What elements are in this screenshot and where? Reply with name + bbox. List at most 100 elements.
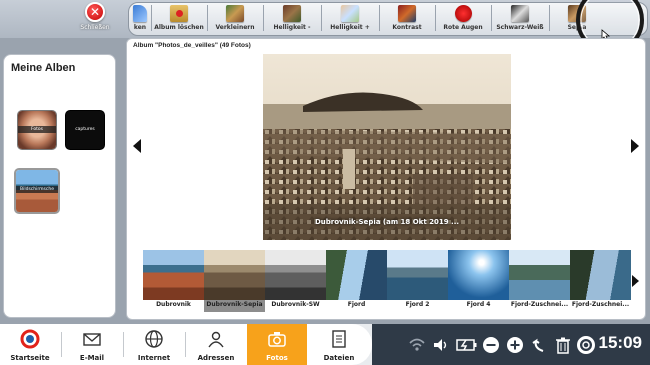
film-label: Fjord-Zuschnei... — [510, 301, 569, 308]
tool-label: Verkleinern — [215, 24, 255, 31]
tool-label: Album löschen — [154, 24, 204, 31]
taskbar-label: Internet — [137, 354, 171, 362]
tool-label: ken — [133, 24, 147, 31]
thumbnail-image — [509, 250, 570, 300]
thumbnail-image — [570, 250, 631, 300]
tool-label: Schwarz-Weiß — [496, 24, 544, 31]
close-icon: ✕ — [85, 2, 105, 22]
sepia-icon — [568, 5, 586, 22]
app-launcher: Startseite E-Mail Internet Adressen Foto… — [0, 324, 372, 365]
trash-icon[interactable] — [554, 336, 572, 354]
previous-photo-arrow[interactable] — [133, 139, 141, 153]
taskbar-email[interactable]: E-Mail — [62, 324, 122, 365]
tool-label: Rote Augen — [443, 24, 483, 31]
thumbnail-image — [448, 250, 509, 300]
taskbar-label: Adressen — [197, 354, 235, 362]
album-label: Fotos — [18, 126, 56, 133]
photo-viewer: Album "Photos_de_veilles" (49 Fotos) Dub… — [126, 38, 646, 320]
divider — [435, 5, 436, 31]
film-label: Fjord-Zuschnei... — [571, 301, 630, 308]
tool-contrast[interactable]: Kontrast — [379, 3, 435, 35]
wifi-icon[interactable] — [408, 336, 426, 354]
album-label: captures — [75, 127, 95, 132]
photo-tools: ken Album löschen Verkleinern Helligkeit… — [128, 2, 648, 36]
filmstrip: Dubrovnik Dubrovnik-Sepia Dubrovnik-SW F… — [143, 250, 631, 312]
album-screenshots[interactable]: Bildschirmsche — [14, 168, 60, 214]
taskbar-contacts[interactable]: Adressen — [186, 324, 246, 365]
tool-delete-album[interactable]: Album löschen — [151, 3, 207, 35]
contrast-icon — [398, 5, 416, 22]
main-photo[interactable]: Dubrovnik-Sepia (am 18 Okt 2019 ... — [263, 54, 511, 240]
divider — [321, 5, 322, 31]
tool-label: Kontrast — [392, 24, 422, 31]
taskbar-label: Startseite — [10, 354, 50, 362]
brightness-up-icon — [341, 5, 359, 22]
tool-brightness-down[interactable]: Helligkeit - — [263, 3, 321, 35]
film-item-fjord-2[interactable]: Fjord 2 — [387, 250, 448, 312]
mail-icon — [83, 333, 101, 346]
tool-brightness-up[interactable]: Helligkeit + — [321, 3, 379, 35]
clock: 15:09 — [598, 333, 642, 352]
tool-label: Helligkeit + — [330, 24, 370, 31]
taskbar-files[interactable]: Dateien — [309, 324, 369, 365]
close-label: Schließen — [80, 24, 110, 31]
help-lifebuoy-icon[interactable] — [577, 336, 595, 354]
tool-label: Sepia — [567, 24, 587, 31]
files-icon — [332, 330, 346, 348]
volume-icon[interactable] — [432, 336, 450, 354]
film-item-fjord[interactable]: Fjord — [326, 250, 387, 312]
thumbnail-image — [204, 250, 265, 300]
brightness-down-icon — [283, 5, 301, 22]
taskbar-home[interactable]: Startseite — [0, 324, 60, 365]
tool-shrink[interactable]: Verkleinern — [207, 3, 263, 35]
tool-undo[interactable]: ken — [129, 3, 151, 35]
close-button[interactable]: ✕ Schließen — [74, 2, 116, 36]
top-toolbar: ✕ Schließen ken Album löschen Verkleiner… — [0, 0, 650, 38]
taskbar-label: Fotos — [266, 354, 288, 362]
film-label: Dubrovnik-Sepia — [206, 301, 263, 308]
divider — [549, 5, 550, 31]
thumbnail-image — [265, 250, 326, 300]
tool-black-white[interactable]: Schwarz-Weiß — [491, 3, 549, 35]
film-item-fjord-crop-1[interactable]: Fjord-Zuschnei... — [509, 250, 570, 312]
film-label: Fjord 4 — [466, 301, 491, 308]
taskbar-internet[interactable]: Internet — [124, 324, 184, 365]
thumbnail-image — [326, 250, 387, 300]
divider — [379, 5, 380, 31]
taskbar-label: E-Mail — [79, 354, 105, 362]
next-photo-arrow[interactable] — [631, 139, 639, 153]
globe-icon — [145, 330, 163, 348]
divider — [263, 5, 264, 31]
taskbar-label: Dateien — [323, 354, 355, 362]
film-item-dubrovnik-sw[interactable]: Dubrovnik-SW — [265, 250, 326, 312]
film-item-fjord-crop-2[interactable]: Fjord-Zuschnei... — [570, 250, 631, 312]
albums-title: Meine Alben — [11, 62, 76, 74]
album-fotos[interactable]: Fotos — [17, 110, 57, 150]
tool-red-eye[interactable]: Rote Augen — [435, 3, 491, 35]
contacts-icon — [208, 331, 224, 348]
film-item-dubrovnik[interactable]: Dubrovnik — [143, 250, 204, 312]
undo-icon — [133, 5, 147, 22]
film-item-fjord-4[interactable]: Fjord 4 — [448, 250, 509, 312]
battery-icon[interactable] — [456, 336, 478, 354]
film-item-dubrovnik-sepia[interactable]: Dubrovnik-Sepia — [204, 250, 265, 312]
taskbar: Startseite E-Mail Internet Adressen Foto… — [0, 324, 650, 365]
taskbar-photos[interactable]: Fotos — [247, 324, 307, 365]
sepia-photo-image — [263, 54, 511, 240]
tool-label: Helligkeit - — [273, 24, 311, 31]
thumbnail-image — [143, 250, 204, 300]
back-arrow-icon[interactable] — [530, 336, 548, 354]
tool-sepia[interactable]: Sepia — [549, 3, 605, 35]
zoom-out-icon[interactable] — [482, 336, 500, 354]
filmstrip-next-arrow[interactable] — [632, 275, 639, 287]
album-title: Album "Photos_de_veilles" (49 Fotos) — [133, 42, 251, 49]
red-eye-icon — [454, 5, 472, 22]
divider — [207, 5, 208, 31]
album-captures[interactable]: captures — [65, 110, 105, 150]
film-label: Dubrovnik — [156, 301, 191, 308]
zoom-in-icon[interactable] — [506, 336, 524, 354]
film-label: Fjord 2 — [405, 301, 430, 308]
thumbnail-image — [387, 250, 448, 300]
black-white-icon — [511, 5, 529, 22]
home-logo-icon — [20, 329, 40, 349]
